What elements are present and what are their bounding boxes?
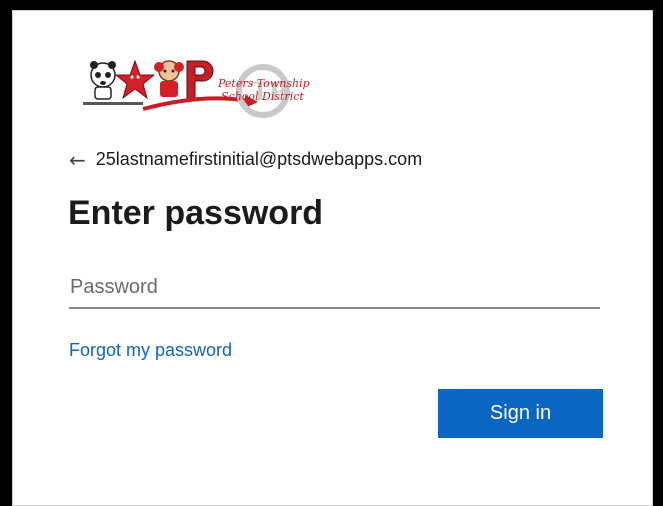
account-row: ← 25lastnamefirstinitial@ptsdwebapps.com	[69, 149, 422, 170]
logo-text-line1: Peters Township	[217, 77, 310, 90]
back-arrow-icon[interactable]: ←	[69, 150, 86, 170]
school-district-logo: TP Peters Township School District	[83, 59, 310, 118]
forgot-password-link[interactable]: Forgot my password	[69, 340, 232, 361]
password-input[interactable]	[69, 267, 600, 309]
girl-mascot-icon	[154, 60, 184, 97]
p-letter-icon	[186, 60, 214, 100]
star-mascot-icon	[114, 59, 156, 100]
panda-mascot-icon	[90, 61, 116, 100]
sign-in-button[interactable]: Sign in	[438, 389, 603, 438]
signin-dialog: TP Peters Township School District ← 25l…	[12, 10, 653, 506]
page-title: Enter password	[68, 194, 324, 232]
account-email: 25lastnamefirstinitial@ptsdwebapps.com	[95, 149, 423, 169]
logo-text-line2: School District	[221, 90, 304, 103]
